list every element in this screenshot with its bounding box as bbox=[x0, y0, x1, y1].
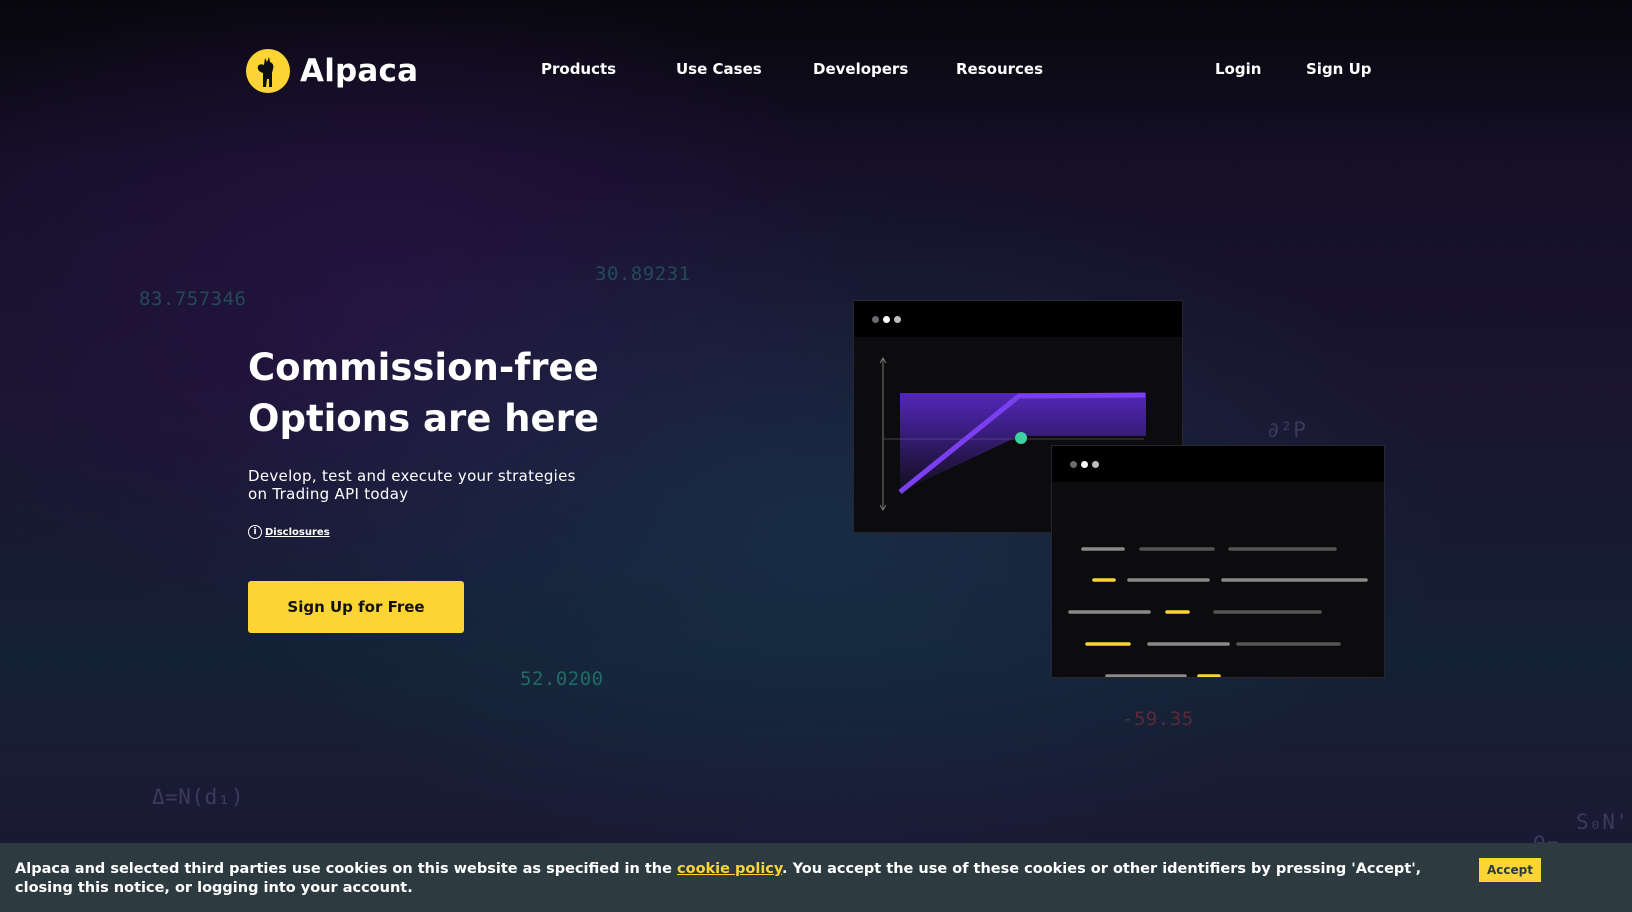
cookie-text-before: Alpaca and selected third parties use co… bbox=[15, 861, 678, 877]
brand-logo[interactable]: Alpaca bbox=[246, 49, 418, 93]
nav-products[interactable]: Products bbox=[541, 60, 616, 78]
nav-use-cases[interactable]: Use Cases bbox=[676, 60, 762, 78]
login-link[interactable]: Login bbox=[1215, 60, 1261, 78]
floating-formula: S₀N'( bbox=[1576, 810, 1632, 834]
code-lines bbox=[1068, 547, 1368, 678]
accept-cookies-button[interactable]: Accept bbox=[1479, 858, 1541, 882]
window-dots-icon bbox=[854, 301, 1182, 337]
hero-title-line: Commission-free bbox=[248, 346, 599, 389]
floating-number: 83.757346 bbox=[139, 288, 247, 310]
window-dot bbox=[1070, 460, 1077, 468]
cookie-banner: Alpaca and selected third parties use co… bbox=[0, 843, 1632, 912]
floating-formula: ∂²P bbox=[1267, 418, 1307, 442]
info-icon: i bbox=[248, 525, 262, 539]
cookie-text: Alpaca and selected third parties use co… bbox=[15, 860, 1455, 898]
window-dot bbox=[1092, 460, 1099, 468]
disclosures-link[interactable]: i Disclosures bbox=[248, 525, 330, 539]
window-dots-icon bbox=[1052, 446, 1384, 482]
chart-marker bbox=[1015, 432, 1027, 444]
floating-formula: Δ=N(d₁) bbox=[152, 785, 245, 809]
floating-number: 52.0200 bbox=[520, 668, 604, 690]
brand-name: Alpaca bbox=[300, 53, 419, 89]
code-window bbox=[1051, 445, 1385, 678]
floating-number: -59.35 bbox=[1122, 708, 1194, 730]
hero-subtitle-line: Develop, test and execute your strategie… bbox=[248, 467, 576, 485]
hero-title-line: Options are here bbox=[248, 397, 599, 440]
nav-resources[interactable]: Resources bbox=[956, 60, 1043, 78]
hero-subtitle-line: on Trading API today bbox=[248, 485, 409, 503]
window-dot bbox=[883, 315, 890, 323]
nav-developers[interactable]: Developers bbox=[813, 60, 908, 78]
window-dot bbox=[894, 315, 901, 323]
signup-free-button[interactable]: Sign Up for Free bbox=[248, 581, 464, 633]
window-dot bbox=[872, 315, 879, 323]
cookie-policy-link[interactable]: cookie policy bbox=[677, 861, 782, 877]
floating-number: 30.89231 bbox=[595, 263, 691, 285]
alpaca-logo-icon bbox=[246, 49, 290, 93]
disclosures-label[interactable]: Disclosures bbox=[265, 527, 330, 538]
window-dot bbox=[1081, 460, 1088, 468]
hero-subtitle: Develop, test and execute your strategie… bbox=[248, 467, 608, 503]
hero-title: Commission-free Options are here bbox=[248, 342, 708, 444]
signup-link[interactable]: Sign Up bbox=[1306, 60, 1372, 78]
